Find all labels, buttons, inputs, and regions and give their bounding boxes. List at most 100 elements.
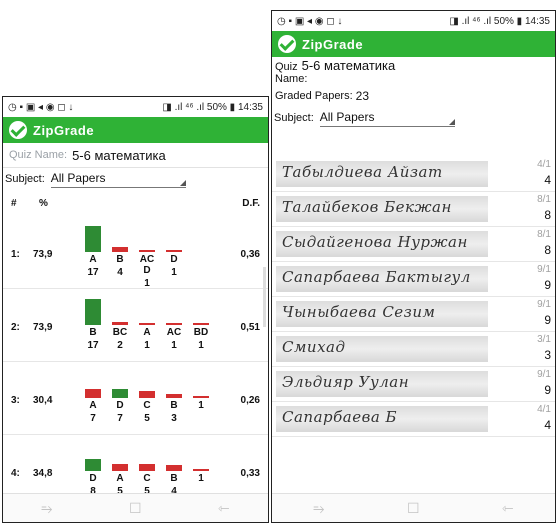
handwritten-name: Сыдайгенова Нуржан bbox=[282, 233, 468, 251]
zipgrade-logo-icon bbox=[9, 121, 27, 139]
handwritten-name: Чыныбаева Сезим bbox=[282, 303, 436, 321]
handwritten-name: Эльдияр Уулан bbox=[282, 373, 410, 391]
question-discrimination: 0,51 bbox=[240, 322, 260, 333]
paper-row[interactable]: Чыныбаева Сезим 9/1 9 bbox=[272, 297, 555, 332]
score-value: 8 bbox=[544, 208, 551, 222]
quiz-name-value: 5-6 математика bbox=[72, 147, 166, 163]
paper-row[interactable]: Смихад 3/1 3 bbox=[272, 332, 555, 367]
answer-label: D bbox=[89, 473, 97, 484]
home-nav-icon[interactable]: ☐ bbox=[129, 500, 142, 517]
answer-bar bbox=[85, 299, 101, 325]
app-bar: ZipGrade bbox=[3, 117, 268, 143]
answer-bar-area bbox=[137, 443, 157, 471]
paper-row[interactable]: Талайбеков Бекжан 8/1 8 bbox=[272, 192, 555, 227]
student-name-image: Эльдияр Уулан bbox=[276, 371, 488, 397]
question-percent: 34,8 bbox=[33, 468, 53, 479]
status-icons-left: ◷ ▪ ▣ ◂ ◉ ◻ ↓ bbox=[277, 15, 343, 27]
answer-option: D7 bbox=[110, 370, 130, 424]
paper-row[interactable]: Эльдияр Уулан 9/1 9 bbox=[272, 367, 555, 402]
answer-bar-area bbox=[83, 370, 103, 398]
score-value: 8 bbox=[544, 243, 551, 257]
item-analysis-header: # % D.F. bbox=[3, 190, 268, 216]
answer-bar-area bbox=[110, 224, 130, 252]
answer-bar bbox=[85, 226, 101, 252]
answer-count: 7 bbox=[117, 413, 123, 424]
answer-count: 1 bbox=[144, 278, 150, 289]
quiz-label: Quiz bbox=[275, 61, 298, 73]
score-value: 4 bbox=[544, 173, 551, 187]
score-fraction: 9/1 bbox=[537, 369, 551, 380]
paper-row[interactable]: Сапарбаева Б 4/1 4 bbox=[272, 402, 555, 437]
question-discrimination: 0,33 bbox=[240, 468, 260, 479]
answer-count: 3 bbox=[171, 413, 177, 424]
answer-label: C bbox=[143, 473, 151, 484]
paper-row[interactable]: Табылдиева Айзат 4/1 4 bbox=[272, 157, 555, 192]
paper-row[interactable]: Сапарбаева Бактыгул 9/1 9 bbox=[272, 262, 555, 297]
score-fraction: 4/1 bbox=[537, 159, 551, 170]
answer-bar bbox=[193, 469, 209, 471]
back-nav-icon[interactable]: ⥱ bbox=[313, 500, 324, 517]
answer-label: AC D bbox=[139, 254, 155, 276]
home-nav-icon[interactable]: ☐ bbox=[407, 500, 420, 517]
answer-option: B4 bbox=[110, 224, 130, 278]
answer-label: A bbox=[89, 400, 97, 411]
quiz-name-value: 5-6 математика bbox=[301, 58, 396, 73]
answer-option: A7 bbox=[83, 370, 103, 424]
subject-row: Subject: All Papers bbox=[272, 107, 555, 129]
answer-label: A bbox=[116, 473, 124, 484]
answer-option: B 17 bbox=[83, 297, 103, 351]
answer-option: BD 1 bbox=[191, 297, 211, 351]
status-bar: ◷ ▪ ▣ ◂ ◉ ◻ ↓ ◨ .ıl ⁴⁶ .ıl 50% ▮ 14:35 bbox=[3, 97, 268, 117]
answer-bar bbox=[139, 323, 155, 325]
paper-score: 8/1 8 bbox=[537, 229, 551, 257]
recent-nav-icon[interactable]: ⇽ bbox=[502, 500, 514, 517]
scrollbar[interactable] bbox=[263, 267, 266, 327]
handwritten-name: Талайбеков Бекжан bbox=[282, 198, 452, 216]
graded-papers-label: Graded Papers: bbox=[275, 90, 353, 102]
app-title: ZipGrade bbox=[33, 122, 95, 138]
score-value: 9 bbox=[544, 313, 551, 327]
answer-bar-area bbox=[164, 224, 184, 252]
answer-label: B bbox=[170, 400, 178, 411]
score-value: 3 bbox=[544, 348, 551, 362]
score-value: 9 bbox=[544, 383, 551, 397]
question-percent: 30,4 bbox=[33, 395, 53, 406]
answer-label: C bbox=[143, 400, 151, 411]
question-row[interactable]: 2: 73,9 0,51 B 17 BC 2 A 1 AC 1 BD 1 bbox=[3, 289, 268, 362]
back-nav-icon[interactable]: ⥱ bbox=[41, 500, 52, 517]
question-row[interactable]: 3: 30,4 0,26 A 7 D 7 C 5 B 3 1 bbox=[3, 362, 268, 435]
answer-option: A5 bbox=[110, 443, 130, 497]
question-row[interactable]: 1: 73,9 0,36 A 17 B 4 AC D1D1 bbox=[3, 216, 268, 289]
paper-row[interactable]: Сыдайгенова Нуржан 8/1 8 bbox=[272, 227, 555, 262]
answer-bar-area bbox=[137, 297, 157, 325]
answer-bar-area bbox=[191, 443, 211, 471]
answer-option: AC 1 bbox=[164, 297, 184, 351]
answer-bar bbox=[166, 323, 182, 325]
handwritten-name: Табылдиева Айзат bbox=[282, 163, 443, 181]
answer-bar bbox=[112, 464, 128, 471]
subject-dropdown[interactable]: All Papers bbox=[319, 110, 455, 127]
graded-papers-count: 23 bbox=[355, 89, 370, 103]
score-value: 9 bbox=[544, 278, 551, 292]
status-icons-left: ◷ ▪ ▣ ◂ ◉ ◻ ↓ bbox=[8, 101, 74, 113]
score-value: 4 bbox=[544, 418, 551, 432]
subject-dropdown[interactable]: All Papers bbox=[50, 170, 186, 188]
answer-option: D8 bbox=[83, 443, 103, 497]
status-bar: ◷ ▪ ▣ ◂ ◉ ◻ ↓ ◨ .ıl ⁴⁶ .ıl 50% ▮ 14:35 bbox=[272, 11, 555, 31]
answer-bar-area bbox=[191, 297, 211, 325]
answer-count: 1 bbox=[198, 473, 204, 484]
score-fraction: 4/1 bbox=[537, 404, 551, 415]
paper-score: 8/1 8 bbox=[537, 194, 551, 222]
answer-bar-area bbox=[83, 297, 103, 325]
score-fraction: 8/1 bbox=[537, 194, 551, 205]
paper-score: 9/1 9 bbox=[537, 369, 551, 397]
zipgrade-logo-icon bbox=[278, 35, 296, 53]
answer-bar bbox=[193, 396, 209, 398]
status-icons-right: ◨ .ıl ⁴⁶ .ıl 50% ▮ 14:35 bbox=[449, 15, 550, 27]
subject-label: Subject: bbox=[274, 112, 314, 124]
recent-nav-icon[interactable]: ⇽ bbox=[218, 500, 230, 517]
subject-dropdown-value: All Papers bbox=[50, 170, 106, 185]
answer-bar-area bbox=[191, 370, 211, 398]
paper-score: 9/1 9 bbox=[537, 299, 551, 327]
answer-bar-area bbox=[137, 370, 157, 398]
